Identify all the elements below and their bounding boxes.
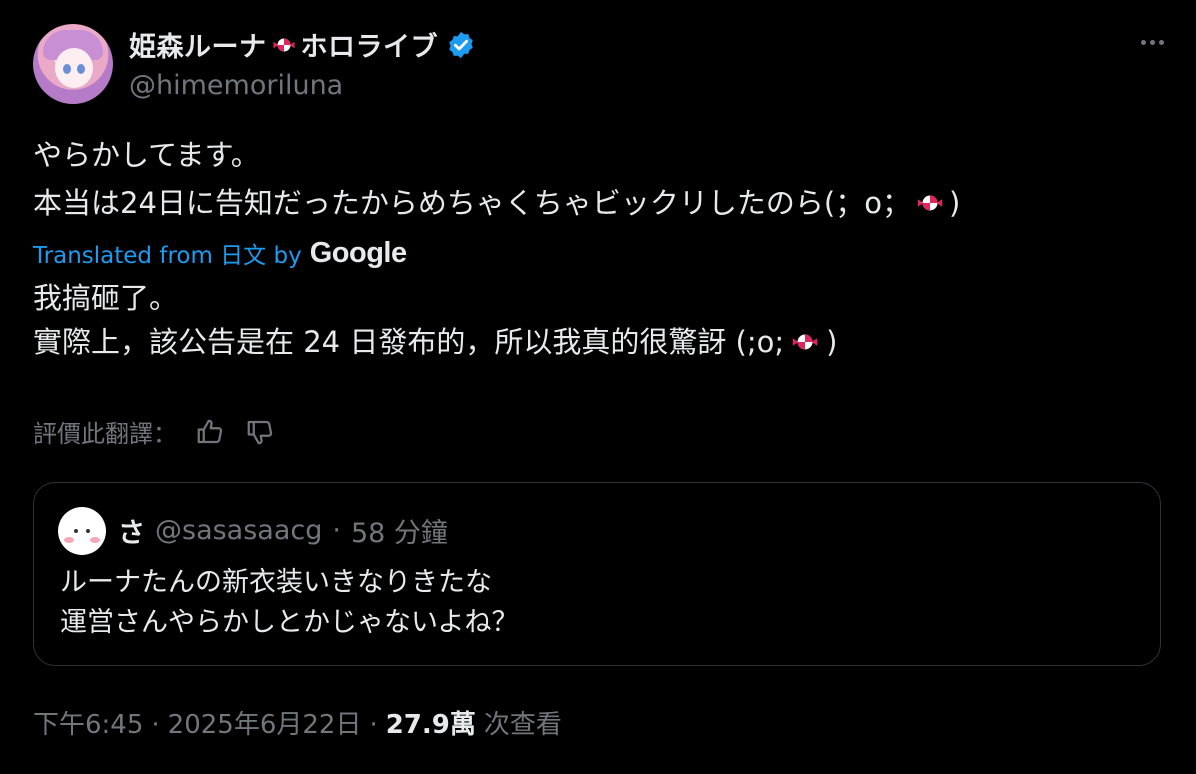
candy-icon <box>792 334 818 350</box>
translation-line2-prefix: 實際上，該公告是在 24 日發布的，所以我真的很驚訝 (;o; <box>33 325 785 359</box>
tweet-date[interactable]: 2025年6月22日 <box>168 704 362 741</box>
rate-translation-label: 評價此翻譯： <box>33 420 177 448</box>
candy-icon <box>272 38 295 51</box>
quoted-tweet-time[interactable]: 58 分鐘 <box>351 511 448 550</box>
quoted-author-name[interactable]: さ <box>118 511 145 550</box>
quoted-tweet-line1: ルーナたんの新衣装いきなりきたな <box>60 567 492 598</box>
view-count: 27.9萬 <box>385 710 476 740</box>
translation-line1: 我搞砸了。 <box>33 281 179 315</box>
more-options-icon[interactable] <box>1132 30 1172 54</box>
tweet-time[interactable]: 下午6:45 <box>33 704 143 741</box>
tweet-text-line2: 本当は24日に告知だったからめちゃくちゃビックリしたのら(；o； ) <box>33 180 960 226</box>
quoted-author-handle[interactable]: @sasasaacg <box>155 515 322 546</box>
view-count-label: 次查看 <box>483 710 562 740</box>
translated-from-link[interactable]: Translated from 日文 by Google <box>33 236 407 270</box>
tweet-meta: 下午6:45 · 2025年6月22日 · 27.9萬 次查看 <box>33 704 562 741</box>
thumbs-down-icon[interactable] <box>245 417 275 447</box>
meta-separator: · <box>369 710 378 740</box>
candy-icon <box>917 195 943 211</box>
author-name-row[interactable]: 姫森ルーナ ホロライブ <box>129 25 476 64</box>
tweet-text-line2-suffix: ) <box>948 186 961 220</box>
translated-from-label[interactable]: Translated from 日文 by <box>33 236 302 270</box>
quoted-separator: · <box>332 515 341 546</box>
translation-line2: 實際上，該公告是在 24 日發布的，所以我真的很驚訝 (;o; ) <box>33 320 837 364</box>
quoted-tweet[interactable]: さ @sasasaacg · 58 分鐘 ルーナたんの新衣装いきなりきたな 運営… <box>33 482 1161 666</box>
quoted-tweet-header: さ @sasasaacg · 58 分鐘 <box>118 511 448 550</box>
author-display-name[interactable]: 姫森ルーナ <box>129 25 267 64</box>
tweet-text-line2-prefix: 本当は24日に告知だったからめちゃくちゃビックリしたのら(；o； <box>33 186 911 220</box>
tweet-header: 姫森ルーナ ホロライブ @himemoriluna <box>33 22 1172 106</box>
quoted-tweet-line2: 運営さんやらかしとかじゃないよね？ <box>60 607 519 638</box>
google-logo: Google <box>309 236 407 269</box>
thumbs-up-icon[interactable] <box>195 417 225 447</box>
author-avatar[interactable] <box>33 24 113 104</box>
translation-line2-suffix: ) <box>826 325 838 359</box>
tweet-text-line1: やらかしてます。 <box>33 138 260 172</box>
quoted-author-avatar[interactable] <box>58 507 106 555</box>
rate-translation: 評價此翻譯： <box>33 414 275 449</box>
meta-separator: · <box>151 710 160 740</box>
verified-badge-icon[interactable] <box>446 30 476 60</box>
author-handle[interactable]: @himemoriluna <box>129 70 343 101</box>
author-display-suffix[interactable]: ホロライブ <box>301 25 439 64</box>
